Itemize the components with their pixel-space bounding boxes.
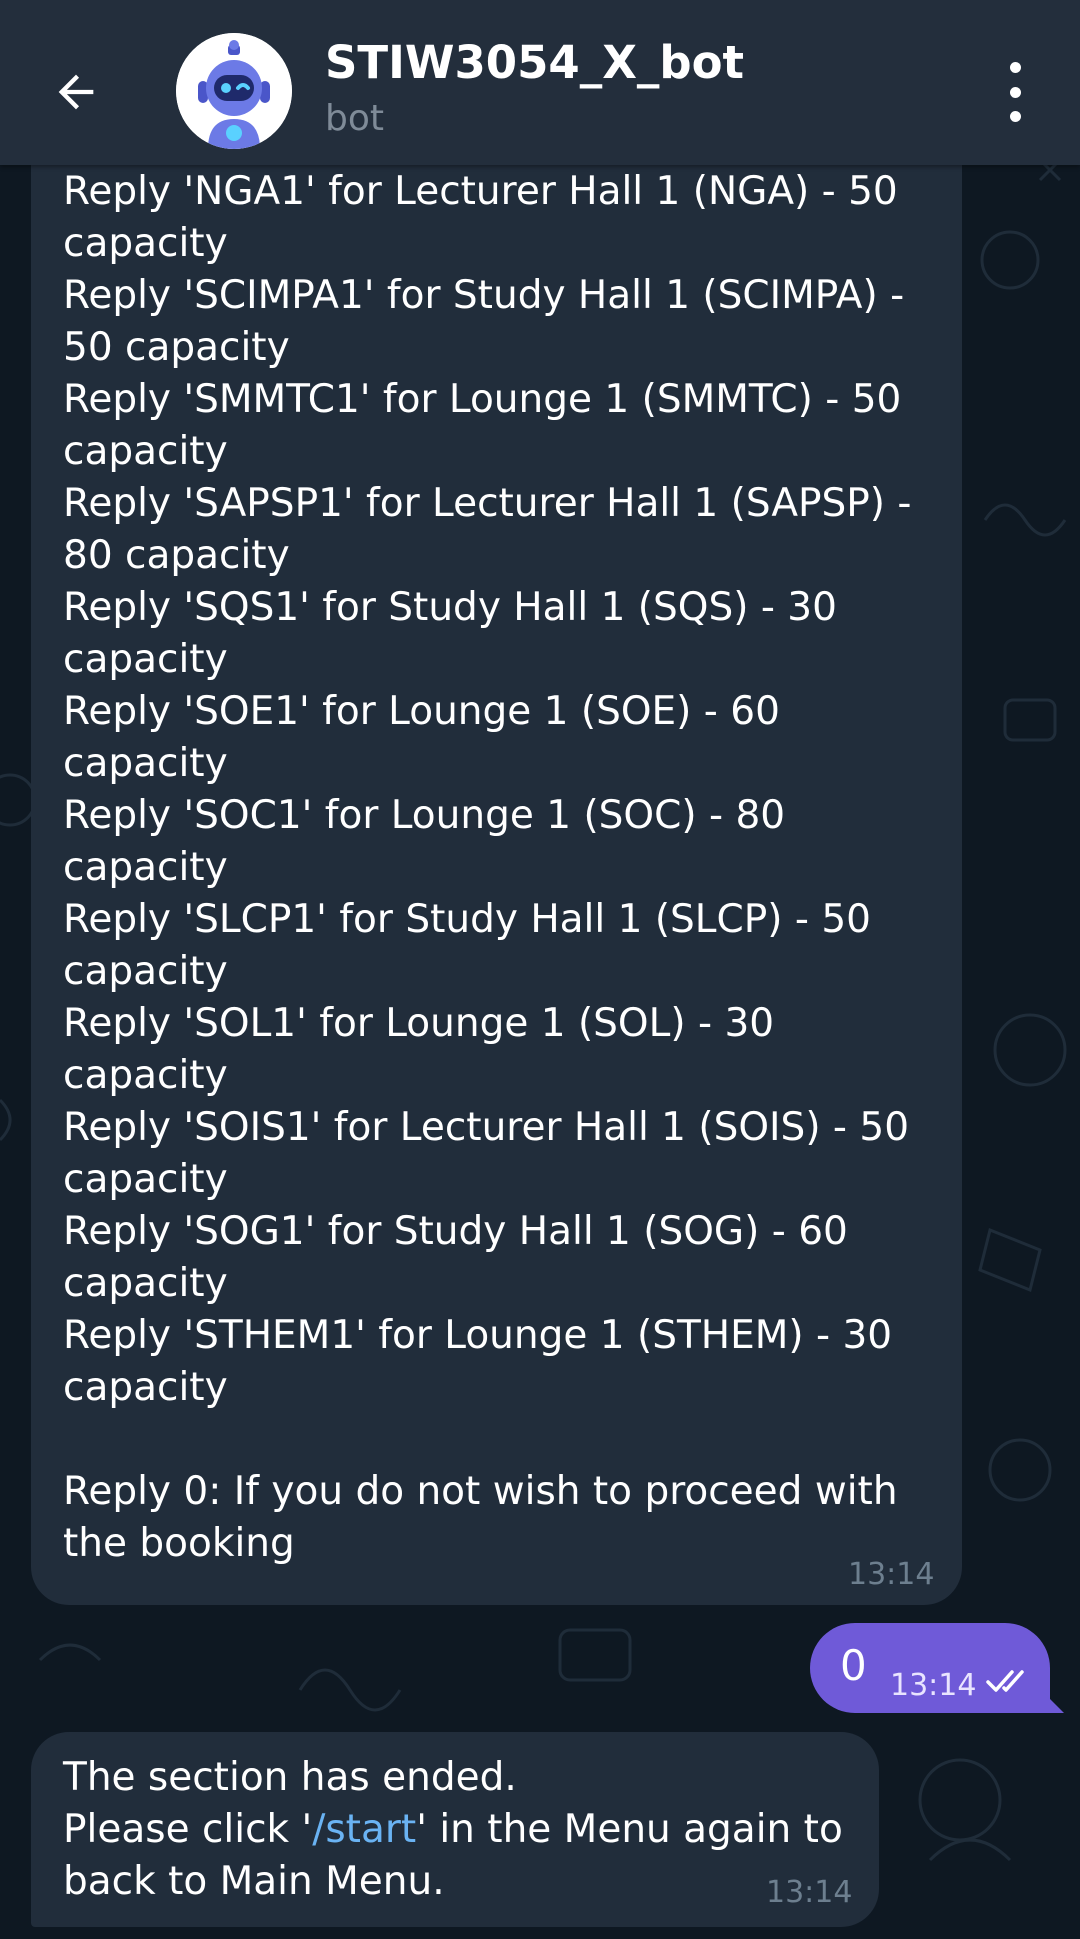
message-line: Reply 'SOC1' for Lounge 1 (SOC) - 80 <box>63 793 786 838</box>
incoming-message[interactable]: The section has ended. Please click '/st… <box>31 1732 879 1927</box>
message-line: capacity <box>63 1157 228 1202</box>
message-footer-line-1: Reply 0: If you do not wish to proceed w… <box>63 1469 898 1514</box>
message-text: The section has ended. Please click '/st… <box>63 1752 843 1908</box>
message-line: Reply 'SOL1' for Lounge 1 (SOL) - 30 <box>63 1001 775 1046</box>
message-line: 80 capacity <box>63 533 290 578</box>
message-line: capacity <box>63 637 228 682</box>
message-text: capacity Reply 'NGA1' for Lecturer Hall 1… <box>63 114 953 1570</box>
start-command-link[interactable]: /start <box>312 1807 416 1852</box>
message-line: Reply 'SLCP1' for Study Hall 1 (SLCP) - … <box>63 897 871 942</box>
message-line: capacity <box>63 845 228 890</box>
message-line: Reply 'SQS1' for Study Hall 1 (SQS) - 30 <box>63 585 837 630</box>
message-line: Reply 'SCIMPA1' for Study Hall 1 (SCIMPA… <box>63 273 905 318</box>
message-line: capacity <box>63 429 228 474</box>
arrow-left-icon <box>58 74 94 110</box>
message-line-1: The section has ended. <box>63 1755 517 1800</box>
message-line: Reply 'SOIS1' for Lecturer Hall 1 (SOIS)… <box>63 1105 910 1150</box>
message-line: capacity <box>63 741 228 786</box>
double-check-icon <box>986 1670 1024 1692</box>
message-line: capacity <box>63 221 228 266</box>
message-line-3: back to Main Menu. <box>63 1859 445 1904</box>
message-line: capacity <box>63 949 228 994</box>
message-line-2: Please click '/start' in the Menu again … <box>63 1804 843 1856</box>
outgoing-message[interactable]: 0 13:14 <box>810 1623 1064 1713</box>
more-menu-button[interactable] <box>990 62 1040 122</box>
message-line-2-after: ' in the Menu again to <box>416 1807 843 1852</box>
back-button[interactable] <box>36 52 116 132</box>
chat-header: STIW3054_X_bot bot <box>0 0 1080 165</box>
message-line: capacity <box>63 1053 228 1098</box>
message-text: 0 <box>840 1641 867 1690</box>
bot-avatar[interactable] <box>176 33 292 149</box>
message-line: Reply 'STHEM1' for Lounge 1 (STHEM) - 30 <box>63 1313 893 1358</box>
chat-subtitle: bot <box>325 98 384 139</box>
message-time: 13:14 <box>766 1875 853 1910</box>
message-line: Reply 'SOE1' for Lounge 1 (SOE) - 60 <box>63 689 780 734</box>
message-lines: capacity Reply 'NGA1' for Lecturer Hall 1… <box>63 114 953 1414</box>
vertical-dots-icon <box>1009 62 1021 73</box>
message-line: Reply 'SAPSP1' for Lecturer Hall 1 (SAPS… <box>63 481 912 526</box>
vertical-dots-icon-dot <box>1009 111 1021 122</box>
message-line: capacity <box>63 1261 228 1306</box>
message-time: 13:14 <box>890 1668 977 1703</box>
message-line: Reply 'SMMTC1' for Lounge 1 (SMMTC) - 50 <box>63 377 902 422</box>
message-line: Reply 'SOG1' for Study Hall 1 (SOG) - 60 <box>63 1209 848 1254</box>
message-time: 13:14 <box>848 1557 935 1592</box>
message-line: 50 capacity <box>63 325 290 370</box>
message-line: Reply 'NGA1' for Lecturer Hall 1 (NGA) -… <box>63 169 898 214</box>
chat-screen: STIW3054_X_bot bot capacity Reply 'NGA1' … <box>0 0 1080 1939</box>
message-line-2-before: Please click ' <box>63 1807 313 1852</box>
incoming-message[interactable]: capacity Reply 'NGA1' for Lecturer Hall 1… <box>31 80 962 1605</box>
robot-avatar-icon <box>176 33 292 149</box>
vertical-dots-icon-dot <box>1009 86 1021 98</box>
chat-title[interactable]: STIW3054_X_bot <box>325 36 744 89</box>
message-line: capacity <box>63 1365 228 1410</box>
message-footer-line-2: the booking <box>63 1521 295 1566</box>
